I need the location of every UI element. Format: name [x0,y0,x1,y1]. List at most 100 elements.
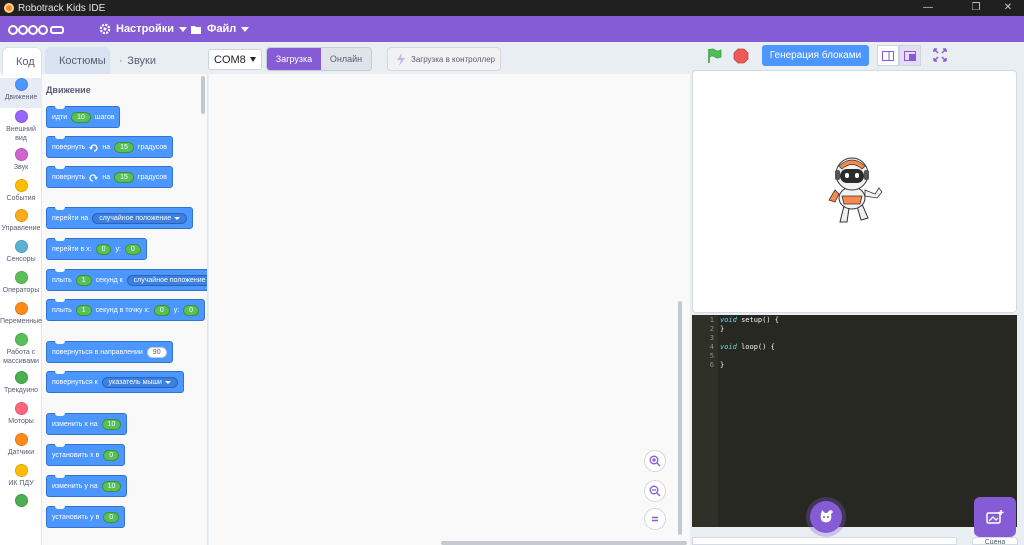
mode-upload-button[interactable]: Загрузка [267,48,321,70]
port-select[interactable]: COM8 [208,49,262,70]
add-backdrop-button[interactable] [974,497,1016,537]
green-flag-icon[interactable] [706,48,722,64]
block-text: установить у в [52,513,100,521]
category-label: Операторы [2,287,40,294]
code-text: } [720,325,725,333]
robot-sprite[interactable] [827,156,883,226]
category-label: Трекдуино [4,387,38,394]
zoom-in-button[interactable] [644,450,666,472]
add-sprite-button[interactable] [810,501,842,533]
scene-label[interactable]: Сцена [972,537,1018,545]
script-workspace[interactable] [209,74,690,545]
block-dropdown[interactable]: случайное положение [126,274,207,286]
workspace-vertical-scrollbar[interactable] [678,301,682,535]
block-input[interactable]: 0 [153,304,170,316]
category-control[interactable]: Управление [0,209,42,233]
generate-blocks-button[interactable]: Генерация блоками [762,45,869,66]
block-goto[interactable]: перейти на случайное положение [46,207,194,229]
rotate-right-icon [89,143,98,152]
tab-code[interactable]: Код [2,47,42,75]
block-text: повернуть [52,143,86,151]
minimize-button[interactable]: — [912,0,944,16]
block-input[interactable]: 15 [114,141,134,153]
block-input[interactable]: 10 [101,480,122,492]
block-input[interactable]: 10 [71,111,91,123]
code-text: setup() { [736,316,780,324]
category-motors[interactable]: Моторы [0,402,42,426]
category-operators[interactable]: Операторы [0,271,42,295]
block-input[interactable]: 1 [75,274,92,286]
category-dot [14,402,28,415]
file-menu[interactable]: Файл [190,16,250,42]
category-sound[interactable]: Звук [0,148,42,172]
category-dot [14,179,28,192]
block-point-towards[interactable]: повернуться к указатель мыши [46,371,184,393]
category-bar: Движение Внешний вид Звук События Управл… [0,74,42,545]
block-set-x[interactable]: установить х в 0 [46,444,126,466]
block-dropdown[interactable]: случайное положение [92,212,188,224]
category-events[interactable]: События [0,179,42,203]
block-input[interactable]: 0 [95,243,112,255]
block-text: y: [115,245,121,253]
block-input[interactable]: 0 [103,449,120,461]
stop-icon[interactable] [733,48,749,64]
block-input[interactable]: 90 [146,346,167,358]
category-sensing[interactable]: Сенсоры [0,240,42,264]
settings-menu[interactable]: Настройки [99,16,188,42]
category-looks[interactable]: Внешний вид [0,110,42,143]
port-value: COM8 [214,53,246,66]
block-set-y[interactable]: установить у в 0 [46,506,126,528]
stage-canvas[interactable] [692,70,1017,313]
block-turn-left[interactable]: повернуть на 15 градусов [46,166,173,188]
zoom-out-button[interactable] [644,480,666,502]
block-input[interactable]: 15 [114,171,134,183]
lightning-icon [397,52,405,66]
upload-controller-button[interactable]: Загрузка в контроллер [387,47,501,71]
maximize-button[interactable]: ❐ [960,0,992,16]
block-turn-right[interactable]: повернуть на 15 градусов [46,136,173,158]
block-glide[interactable]: плыть 1 секунд к случайное положение [46,269,207,291]
block-change-y[interactable]: изменить у на 10 [46,475,128,497]
block-input[interactable]: 1 [75,304,92,316]
robotrack-logo[interactable] [8,21,66,37]
category-motion[interactable]: Движение [0,78,42,108]
category-sensors[interactable]: Датчики [0,433,42,457]
category-trackduino[interactable]: Трекдуино [0,371,42,395]
block-glide-xy[interactable]: плыть 1 секунд в точку x: 0 y: 0 [46,299,206,321]
sprite-pane-strip [692,537,957,545]
block-text: плыть [52,276,72,284]
tab-code-label: Код [16,55,35,68]
category-label: Движение [4,94,38,101]
block-point-direction[interactable]: повернуться в направлении 90 [46,341,173,363]
zoom-reset-button[interactable] [644,508,666,530]
category-ir-remote[interactable]: ИК ПДУ [0,464,42,488]
workspace-horizontal-scrollbar[interactable] [441,541,687,545]
code-editor[interactable]: 1 void setup() { 2 } 3 4 void loop() { 5… [692,315,1017,527]
block-input[interactable]: 10 [101,418,122,430]
close-button[interactable]: ✕ [992,0,1024,16]
large-stage-button[interactable] [899,45,921,66]
category-label: Сенсоры [6,256,36,263]
palette-scrollbar[interactable] [201,76,205,114]
tab-costumes[interactable]: Костюмы [45,47,110,74]
file-label: Файл [207,23,237,35]
category-dot [14,333,28,346]
chevron-down-icon [179,26,188,32]
category-extra[interactable] [0,494,42,509]
mode-online-button[interactable]: Онлайн [321,48,371,70]
category-dot [14,371,28,384]
block-input[interactable]: 0 [124,243,141,255]
category-label: События [6,195,36,202]
category-variables[interactable]: Переменные [0,302,42,326]
small-stage-button[interactable] [877,45,899,66]
fullscreen-icon[interactable] [933,48,947,62]
tab-sounds[interactable]: Звуки [112,47,164,74]
block-dropdown[interactable]: указатель мыши [101,376,178,388]
line-number: 1 [709,316,714,324]
category-arrays[interactable]: Работа с массивами [0,333,42,366]
block-input[interactable]: 0 [183,304,200,316]
block-move-steps[interactable]: идти 10 шагов [46,106,121,128]
block-goto-xy[interactable]: перейти в x: 0 y: 0 [46,238,147,260]
block-input[interactable]: 0 [103,511,120,523]
block-change-x[interactable]: изменить х на 10 [46,413,128,435]
